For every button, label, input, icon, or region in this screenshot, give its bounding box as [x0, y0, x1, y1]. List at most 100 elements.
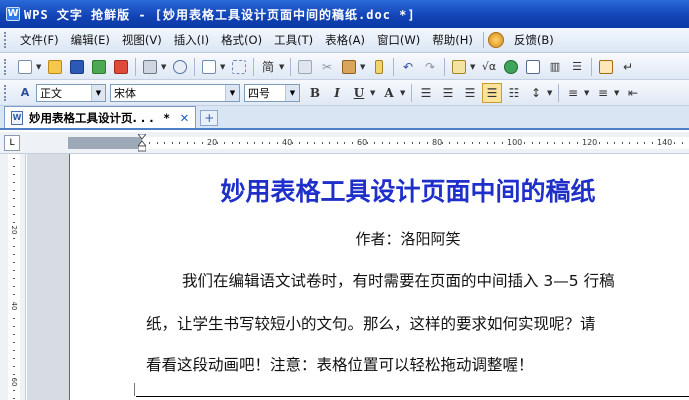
- ruler-tick: [171, 142, 173, 144]
- cut-button[interactable]: ✂: [317, 57, 337, 77]
- bullets-button[interactable]: ≡: [593, 83, 613, 103]
- save-button[interactable]: [67, 57, 87, 77]
- tab-stop-selector[interactable]: L: [4, 135, 20, 151]
- line-spacing-button[interactable]: ↕: [526, 83, 546, 103]
- style-select[interactable]: 正文 ▼: [36, 83, 106, 102]
- simplified-chinese-button[interactable]: 简: [258, 57, 278, 77]
- new-document-button[interactable]: [15, 57, 35, 77]
- ruler-tick: [231, 142, 233, 144]
- draw-button[interactable]: [596, 57, 616, 77]
- menu-grip[interactable]: [4, 32, 8, 48]
- menu-help[interactable]: 帮助(H): [426, 29, 479, 51]
- paragraph-line[interactable]: 看看这段动画吧！注意：表格位置可以轻松拖动调整喔！: [146, 353, 534, 375]
- web-button[interactable]: [501, 57, 521, 77]
- align-left-button[interactable]: ☰: [416, 83, 436, 103]
- menu-feedback[interactable]: 反馈(B): [508, 29, 560, 51]
- print-button[interactable]: [140, 57, 160, 77]
- ruler-tick: [471, 142, 473, 144]
- ruler-tick: [13, 374, 15, 375]
- menu-edit[interactable]: 编辑(E): [65, 29, 116, 51]
- paste-button[interactable]: [339, 57, 359, 77]
- paragraph-mark-button[interactable]: ↵: [618, 57, 638, 77]
- redo-button[interactable]: ↷: [420, 57, 440, 77]
- page-break-button[interactable]: [229, 57, 249, 77]
- align-center-button[interactable]: ☰: [438, 83, 458, 103]
- chevron-down-icon[interactable]: ▼: [91, 84, 105, 101]
- mail-icon: [92, 59, 106, 74]
- toolbar-separator: [135, 57, 136, 76]
- justify-button[interactable]: ☰: [482, 82, 502, 103]
- toolbar-grip[interactable]: [4, 84, 8, 101]
- ruler-tick: [456, 142, 458, 144]
- underline-button[interactable]: U: [349, 83, 369, 103]
- columns-button[interactable]: ▥: [545, 57, 565, 77]
- ruler-tick: [411, 142, 413, 144]
- vertical-ruler[interactable]: 20 40 60: [8, 154, 20, 400]
- chevron-down-icon[interactable]: ▼: [285, 84, 299, 101]
- format-painter-button[interactable]: [369, 57, 389, 77]
- export-pdf-button[interactable]: [111, 57, 131, 77]
- open-button[interactable]: [45, 57, 65, 77]
- formula-button[interactable]: √α: [479, 57, 499, 77]
- menu-view[interactable]: 视图(V): [116, 29, 168, 51]
- menu-file[interactable]: 文件(F): [14, 29, 65, 51]
- horizontal-ruler[interactable]: 20 40 60 80 100 120 140: [68, 137, 689, 149]
- distributed-button[interactable]: ☷: [504, 83, 524, 103]
- font-color-button[interactable]: A: [379, 83, 399, 103]
- numbering-button[interactable]: ≡: [563, 83, 583, 103]
- styles-button[interactable]: A: [15, 83, 35, 103]
- new-tab-button[interactable]: +: [200, 110, 219, 126]
- chevron-down-icon[interactable]: ▼: [220, 63, 226, 71]
- document-author[interactable]: 作者：洛阳阿笑: [138, 228, 678, 249]
- toolbar-separator: [591, 57, 592, 76]
- close-icon[interactable]: ✕: [180, 111, 190, 125]
- chevron-down-icon[interactable]: ▼: [360, 63, 366, 71]
- italic-button[interactable]: I: [327, 83, 347, 103]
- wps-app-icon[interactable]: W: [6, 7, 20, 21]
- chevron-down-icon[interactable]: ▼: [584, 89, 590, 97]
- ruler-tick: [13, 238, 15, 239]
- document-title[interactable]: 妙用表格工具设计页面中间的稿纸: [138, 172, 678, 208]
- new-document-icon: [18, 59, 32, 74]
- chevron-down-icon[interactable]: ▼: [370, 89, 376, 97]
- ruler-tick: [329, 142, 330, 144]
- chevron-down-icon[interactable]: ▼: [279, 63, 285, 71]
- chevron-down-icon[interactable]: ▼: [547, 89, 553, 97]
- font-size-select[interactable]: 四号 ▼: [244, 83, 300, 102]
- send-mail-button[interactable]: [89, 57, 109, 77]
- ruler-tick: [426, 142, 428, 144]
- menu-format[interactable]: 格式(O): [215, 29, 268, 51]
- insert-table-button[interactable]: [449, 57, 469, 77]
- indent-marker[interactable]: [138, 134, 146, 152]
- menu-bar: 文件(F) 编辑(E) 视图(V) 插入(I) 格式(O) 工具(T) 表格(A…: [0, 28, 689, 53]
- copy-button[interactable]: [295, 57, 315, 77]
- print-preview-button[interactable]: [170, 57, 190, 77]
- table-grid-button[interactable]: [523, 57, 543, 77]
- decrease-indent-button[interactable]: ⇤: [623, 83, 643, 103]
- chevron-down-icon[interactable]: ▼: [161, 63, 167, 71]
- ruler-tick: [13, 270, 15, 271]
- toolbar-grip[interactable]: [4, 58, 8, 75]
- chevron-down-icon[interactable]: ▼: [614, 89, 620, 97]
- chevron-down-icon[interactable]: ▼: [36, 63, 42, 71]
- modified-marker: *: [163, 110, 170, 125]
- chevron-down-icon[interactable]: ▼: [225, 84, 239, 101]
- menu-window[interactable]: 窗口(W): [371, 29, 426, 51]
- undo-button[interactable]: ↶: [398, 57, 418, 77]
- menu-insert[interactable]: 插入(I): [168, 29, 215, 51]
- insert-page-button[interactable]: [199, 57, 219, 77]
- bold-button[interactable]: B: [305, 83, 325, 103]
- document-tab-label: 妙用表格工具设计页. . .: [29, 110, 154, 125]
- chevron-down-icon[interactable]: ▼: [470, 63, 476, 71]
- chevron-down-icon[interactable]: ▼: [400, 89, 406, 97]
- document-tab[interactable]: W 妙用表格工具设计页. . . * ✕: [4, 106, 197, 128]
- font-select[interactable]: 宋体 ▼: [110, 83, 240, 102]
- paragraph-line[interactable]: 我们在编辑语文试卷时，有时需要在页面的中间插入 3—5 行稿: [182, 269, 615, 291]
- table-icon: [452, 59, 466, 74]
- paragraph-line[interactable]: 纸，让学生书写较短小的文句。那么，这样的要求如何实现呢？请: [146, 312, 596, 334]
- menu-tools[interactable]: 工具(T): [268, 29, 319, 51]
- ruler-tick: [13, 166, 15, 167]
- document-map-button[interactable]: ☰: [567, 57, 587, 77]
- menu-table[interactable]: 表格(A): [319, 29, 371, 51]
- align-right-button[interactable]: ☰: [460, 83, 480, 103]
